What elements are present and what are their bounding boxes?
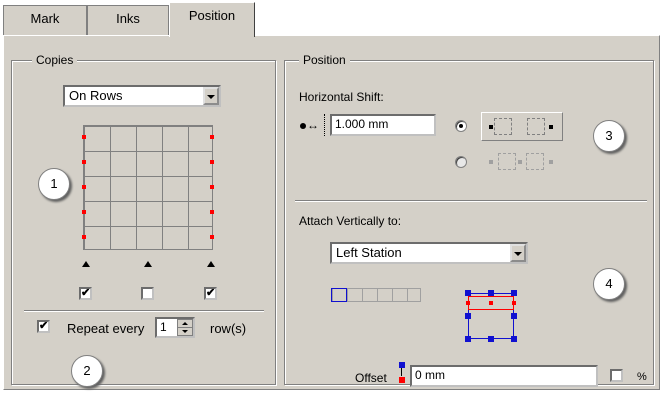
marker-dot <box>549 160 553 164</box>
copies-title: Copies <box>32 53 78 67</box>
callout-badge-3-text: 3 <box>605 128 613 143</box>
callout-badge-4: 4 <box>593 268 625 300</box>
selected-station <box>331 288 347 302</box>
marker-dot <box>488 290 494 296</box>
offset-arrow-icon <box>401 368 402 376</box>
attach-station-select[interactable]: Left Station <box>330 242 528 264</box>
marker-dot <box>210 235 214 239</box>
tab-mark[interactable]: Mark <box>3 5 87 35</box>
marker-dot <box>489 301 493 305</box>
marker-dot <box>210 210 214 214</box>
marker-dot <box>465 290 471 296</box>
chevron-down-icon[interactable] <box>510 244 526 262</box>
marker-dot <box>512 301 516 305</box>
marker-dot <box>82 160 86 164</box>
horizontal-arrow-icon: ↔ <box>307 118 319 132</box>
callout-badge-2: 2 <box>71 355 103 387</box>
horizontal-shift-label: Horizontal Shift: <box>299 90 384 104</box>
station-box <box>494 118 512 135</box>
tab-position[interactable]: Position <box>169 2 255 37</box>
copies-mode-select[interactable]: On Rows <box>63 85 221 107</box>
stepper-up-icon[interactable] <box>182 322 188 325</box>
marker-dot <box>489 125 493 129</box>
repeat-label: Repeat every <box>67 321 145 336</box>
attach-vertically-label: Attach Vertically to: <box>299 214 402 228</box>
offset-label: Offset <box>355 371 387 385</box>
station-box <box>498 153 516 170</box>
marker-dot <box>465 336 471 342</box>
callout-badge-1: 1 <box>38 168 70 200</box>
stepper-down-icon[interactable] <box>182 330 188 333</box>
callout-badge-4-text: 4 <box>605 276 613 291</box>
position-checkbox-left[interactable]: ✔ <box>79 287 92 300</box>
station-box <box>527 118 545 135</box>
marker-dot <box>210 185 214 189</box>
horizontal-shift-field[interactable]: 1.000 mm <box>330 114 436 136</box>
up-arrow-icon <box>144 261 152 267</box>
shift-anchor-icon <box>300 123 306 129</box>
marker-dot <box>549 125 553 129</box>
repeat-value-text: 1 <box>160 320 167 334</box>
tab-mark-label: Mark <box>30 11 60 26</box>
repeat-unit-label: row(s) <box>210 321 247 336</box>
marker-dot <box>82 135 86 139</box>
shift-option-inside-radio[interactable] <box>455 120 467 132</box>
up-arrow-icon <box>207 261 215 267</box>
tab-inks[interactable]: Inks <box>87 5 169 35</box>
stepper-divider <box>178 327 192 328</box>
copies-mode-value: On Rows <box>69 88 123 103</box>
marker-dot <box>489 160 493 164</box>
shift-guide-line <box>324 114 325 136</box>
callout-badge-1-text: 1 <box>50 176 58 191</box>
callout-badge-2-text: 2 <box>83 363 91 378</box>
marker-dot <box>518 160 522 164</box>
shift-outside-icon[interactable] <box>481 148 563 177</box>
horizontal-shift-value: 1.000 mm <box>335 117 389 131</box>
offset-field[interactable]: 0 mm <box>410 365 598 387</box>
marker-dot <box>210 135 214 139</box>
marker-dot <box>210 160 214 164</box>
marker-dot <box>82 210 86 214</box>
offset-value: 0 mm <box>415 368 445 382</box>
marker-dot <box>511 290 517 296</box>
position-checkbox-center[interactable] <box>141 287 154 300</box>
shift-option-outside-radio[interactable] <box>455 156 467 168</box>
marker-dot <box>399 362 405 368</box>
station-box <box>526 153 544 170</box>
offset-percent-checkbox[interactable] <box>610 369 623 382</box>
percent-label: % <box>637 371 647 383</box>
marker-dot <box>399 377 405 383</box>
up-arrow-icon <box>82 261 90 267</box>
position-separator <box>295 200 647 202</box>
position-title: Position <box>299 53 350 67</box>
marker-dot <box>82 185 86 189</box>
shift-inside-icon[interactable] <box>481 112 563 141</box>
copies-separator <box>24 310 264 312</box>
tab-inks-label: Inks <box>116 11 140 26</box>
marker-dot <box>82 235 86 239</box>
chevron-down-icon[interactable] <box>203 87 219 105</box>
copies-grid-preview <box>83 125 213 250</box>
marker-dot <box>488 336 494 342</box>
repeat-stepper[interactable] <box>177 319 193 336</box>
marker-dot <box>465 313 471 319</box>
marker-dot <box>466 301 470 305</box>
marker-dot <box>511 336 517 342</box>
position-checkbox-right[interactable]: ✔ <box>204 287 217 300</box>
marker-dot <box>511 313 517 319</box>
callout-badge-3: 3 <box>593 120 625 152</box>
attach-station-value: Left Station <box>336 245 402 260</box>
repeat-checkbox[interactable]: ✔ <box>37 320 50 333</box>
tab-position-label: Position <box>188 8 236 23</box>
